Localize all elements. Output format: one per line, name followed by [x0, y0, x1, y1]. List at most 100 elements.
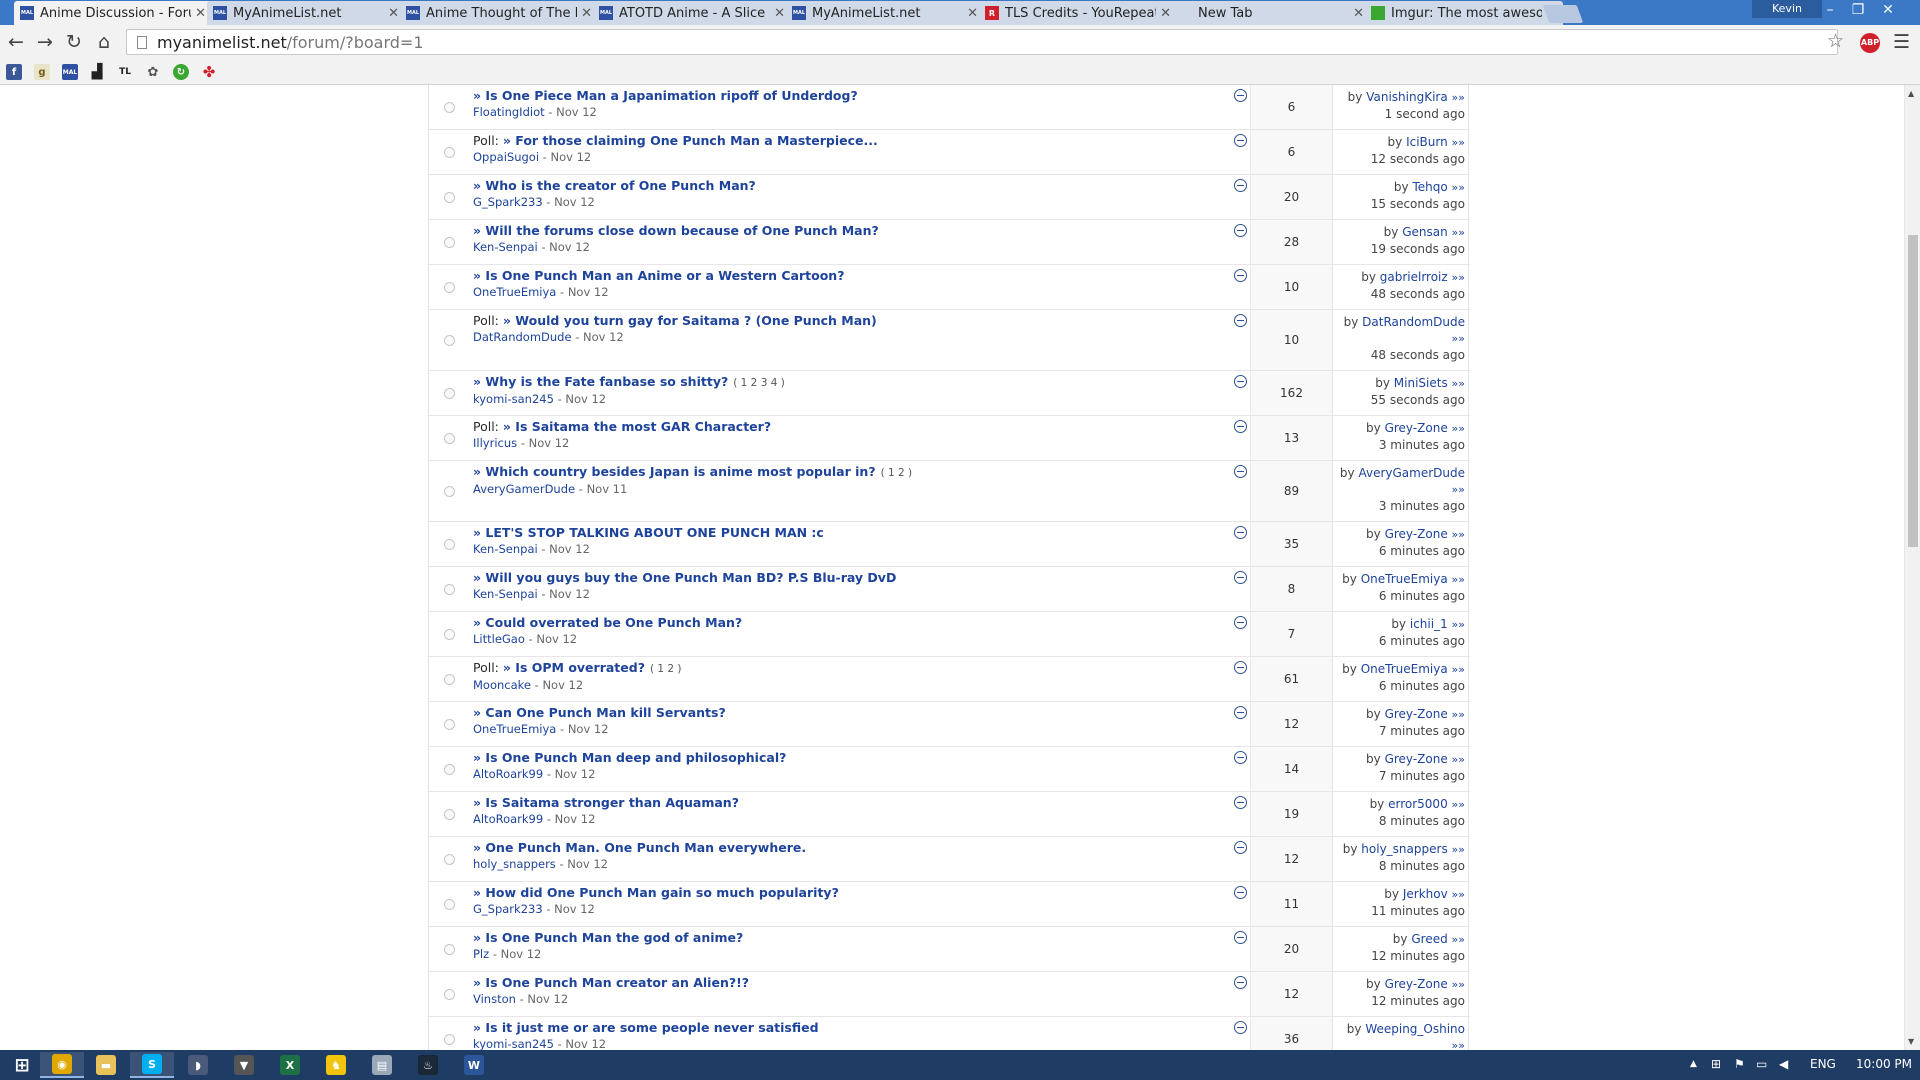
taskbar-button[interactable]: ♨ — [406, 1052, 450, 1078]
taskbar-button[interactable]: ♞ — [314, 1052, 358, 1078]
topic-author-link[interactable]: Mooncake — [473, 678, 531, 692]
last-poster-link[interactable]: gabrielrroiz — [1380, 270, 1448, 284]
go-to-last-post-link[interactable]: »» — [1452, 181, 1465, 194]
tab-close-icon[interactable]: ✕ — [967, 6, 978, 21]
topic-title-link[interactable]: » Is Saitama the most GAR Character? — [503, 419, 771, 434]
taskbar-button[interactable]: ◉ — [40, 1052, 84, 1078]
go-to-last-post-link[interactable]: »» — [1452, 332, 1465, 345]
topic-author-link[interactable]: LittleGao — [473, 632, 525, 646]
cat-icon[interactable]: ✿ — [145, 64, 161, 80]
back-icon[interactable]: ← — [4, 31, 28, 53]
last-poster-link[interactable]: Tehqo — [1412, 180, 1447, 194]
browser-tab[interactable]: MAL Anime Thought of The Da ✕ — [400, 1, 598, 25]
go-to-last-post-link[interactable]: »» — [1452, 271, 1465, 284]
topic-title-link[interactable]: » Why is the Fate fanbase so shitty? — [473, 374, 728, 389]
go-to-last-post-link[interactable]: »» — [1452, 798, 1465, 811]
topic-author-link[interactable]: kyomi-san245 — [473, 392, 554, 406]
topic-title-link[interactable]: » Can One Punch Man kill Servants? — [473, 705, 726, 720]
hide-topic-icon[interactable] — [1234, 134, 1247, 147]
hide-topic-icon[interactable] — [1234, 616, 1247, 629]
go-to-last-post-link[interactable]: »» — [1452, 483, 1465, 496]
go-to-last-post-link[interactable]: »» — [1452, 978, 1465, 991]
topic-author-link[interactable]: AltoRoark99 — [473, 812, 543, 826]
flag-icon[interactable]: ⚑ — [1734, 1057, 1745, 1071]
last-poster-link[interactable]: Grey-Zone — [1385, 527, 1448, 541]
last-poster-link[interactable]: IciBurn — [1406, 135, 1448, 149]
topic-author-link[interactable]: holy_snappers — [473, 857, 556, 871]
topic-author-link[interactable]: DatRandomDude — [473, 330, 572, 344]
topic-pages[interactable]: ( 1 2 ) — [881, 467, 913, 479]
topic-title-link[interactable]: » Is One Punch Man an Anime or a Western… — [473, 268, 844, 283]
go-to-last-post-link[interactable]: »» — [1452, 888, 1465, 901]
last-poster-link[interactable]: DatRandomDude — [1362, 315, 1465, 329]
last-poster-link[interactable]: error5000 — [1388, 797, 1448, 811]
hide-topic-icon[interactable] — [1234, 224, 1247, 237]
topic-title-link[interactable]: » Who is the creator of One Punch Man? — [473, 178, 756, 193]
topic-author-link[interactable]: FloatingIdiot — [473, 105, 545, 119]
last-poster-link[interactable]: Grey-Zone — [1385, 977, 1448, 991]
adblock-plus-icon[interactable]: ABP — [1860, 33, 1880, 53]
last-poster-link[interactable]: ichii_1 — [1410, 617, 1448, 631]
red-clover-icon[interactable]: ✤ — [201, 63, 217, 81]
go-to-last-post-link[interactable]: »» — [1452, 663, 1465, 676]
topic-title-link[interactable]: » Will the forums close down because of … — [473, 223, 879, 238]
last-poster-link[interactable]: Grey-Zone — [1385, 707, 1448, 721]
taskbar-button[interactable]: ▬ — [84, 1052, 128, 1078]
browser-tab[interactable]: New Tab ✕ — [1172, 1, 1370, 25]
taskbar-button[interactable]: ▤ — [360, 1052, 404, 1078]
topic-title-link[interactable]: » Is OPM overrated? — [503, 660, 645, 675]
go-to-last-post-link[interactable]: »» — [1452, 226, 1465, 239]
scroll-up-icon[interactable]: ▲ — [1908, 89, 1914, 98]
go-to-last-post-link[interactable]: »» — [1452, 528, 1465, 541]
topic-title-link[interactable]: » For those claiming One Punch Man a Mas… — [503, 133, 878, 148]
go-to-last-post-link[interactable]: »» — [1452, 573, 1465, 586]
taskbar-button[interactable]: X — [268, 1052, 312, 1078]
taskbar-button[interactable]: ◗ — [176, 1052, 220, 1078]
tab-close-icon[interactable]: ✕ — [1353, 6, 1364, 21]
topic-title-link[interactable]: » Would you turn gay for Saitama ? (One … — [503, 313, 877, 328]
hide-topic-icon[interactable] — [1234, 465, 1247, 478]
topic-author-link[interactable]: Ken-Senpai — [473, 587, 538, 601]
go-to-last-post-link[interactable]: »» — [1452, 377, 1465, 390]
chrome-menu-icon[interactable]: ☰ — [1893, 31, 1910, 53]
topic-pages[interactable]: ( 1 2 3 4 ) — [733, 377, 785, 389]
browser-tab[interactable]: MAL MyAnimeList.net ✕ — [786, 1, 984, 25]
topic-title-link[interactable]: » Is One Punch Man deep and philosophica… — [473, 750, 786, 765]
taskbar-button[interactable]: S — [130, 1052, 174, 1078]
hide-topic-icon[interactable] — [1234, 1021, 1247, 1034]
go-to-last-post-link[interactable]: »» — [1452, 91, 1465, 104]
minimize-icon[interactable]: – — [1818, 2, 1842, 18]
topic-author-link[interactable]: Illyricus — [473, 436, 517, 450]
go-to-last-post-link[interactable]: »» — [1452, 136, 1465, 149]
facebook-icon[interactable]: f — [6, 64, 22, 80]
last-poster-link[interactable]: AveryGamerDude — [1358, 466, 1465, 480]
go-to-last-post-link[interactable]: »» — [1452, 843, 1465, 856]
last-poster-link[interactable]: Weeping_Oshino — [1365, 1022, 1465, 1036]
last-poster-link[interactable]: MiniSiets — [1394, 376, 1448, 390]
topic-title-link[interactable]: » Which country besides Japan is anime m… — [473, 464, 876, 479]
topic-title-link[interactable]: » Is One Punch Man the god of anime? — [473, 930, 743, 945]
taskbar-button[interactable]: ⊞ — [0, 1052, 44, 1078]
topic-author-link[interactable]: Plz — [473, 947, 489, 961]
hide-topic-icon[interactable] — [1234, 931, 1247, 944]
browser-tab[interactable]: MAL MyAnimeList.net ✕ — [207, 1, 405, 25]
topic-title-link[interactable]: » LET'S STOP TALKING ABOUT ONE PUNCH MAN… — [473, 525, 824, 540]
hide-topic-icon[interactable] — [1234, 179, 1247, 192]
browser-tab[interactable]: R TLS Credits - YouRepeat ✕ — [979, 1, 1177, 25]
topic-author-link[interactable]: OneTrueEmiya — [473, 285, 556, 299]
topic-title-link[interactable]: » How did One Punch Man gain so much pop… — [473, 885, 839, 900]
tl-icon[interactable]: TL — [117, 64, 133, 80]
volume-icon[interactable]: ◀ — [1779, 1057, 1788, 1071]
language-indicator[interactable]: ENG — [1810, 1057, 1836, 1071]
topic-author-link[interactable]: G_Spark233 — [473, 902, 543, 916]
close-window-icon[interactable]: ✕ — [1876, 2, 1900, 18]
stats-icon[interactable]: ▟ — [89, 64, 105, 80]
hide-topic-icon[interactable] — [1234, 751, 1247, 764]
hide-topic-icon[interactable] — [1234, 841, 1247, 854]
reload-icon[interactable]: ↻ — [62, 31, 86, 53]
tab-close-icon[interactable]: ✕ — [774, 6, 785, 21]
last-poster-link[interactable]: Gensan — [1402, 225, 1448, 239]
scroll-thumb[interactable] — [1908, 235, 1918, 547]
bookmark-star-icon[interactable]: ☆ — [1827, 30, 1844, 52]
hide-topic-icon[interactable] — [1234, 269, 1247, 282]
